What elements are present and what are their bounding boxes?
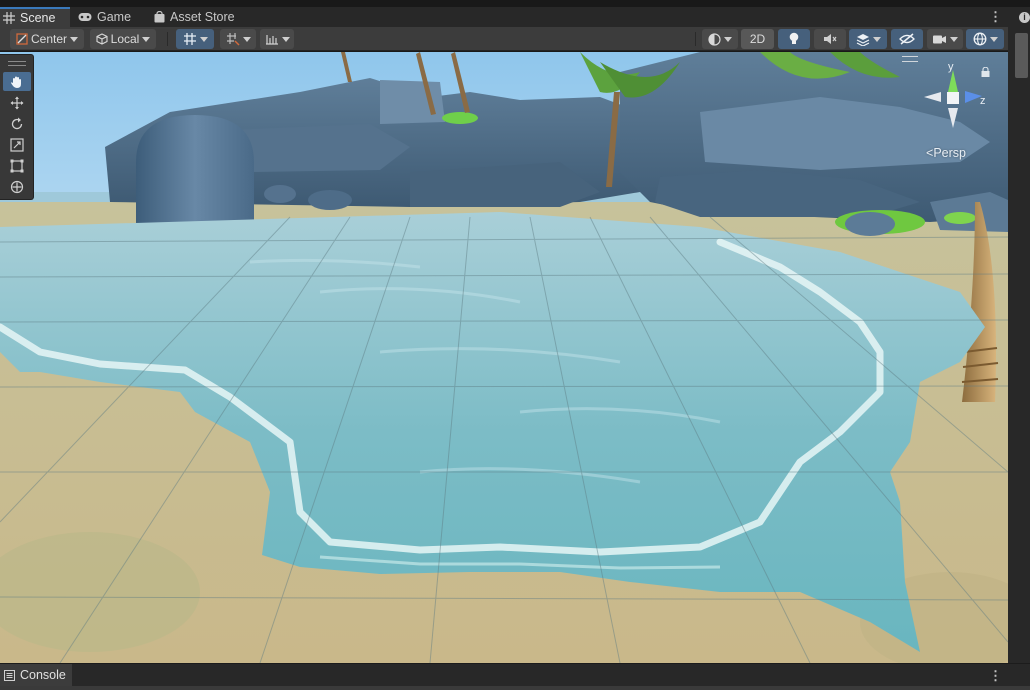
grid-icon: [3, 12, 15, 24]
chevron-down-icon: [989, 36, 998, 42]
chevron-down-icon: [242, 36, 251, 42]
cube-icon: [96, 33, 108, 45]
tool-palette: [0, 54, 34, 200]
camera-icon: [933, 35, 946, 43]
info-icon[interactable]: i: [1019, 12, 1030, 23]
toggle-2d-button[interactable]: 2D: [741, 29, 774, 49]
gizmo-y-label: y: [948, 61, 954, 73]
grid-snap-icon: [183, 33, 196, 45]
toggle-2d-label: 2D: [749, 32, 766, 46]
pivot-icon: [16, 33, 28, 45]
transform-tool-button[interactable]: [3, 177, 31, 196]
shaded-sphere-icon: [708, 32, 721, 46]
effects-dropdown[interactable]: [849, 29, 887, 49]
eye-slash-icon: [899, 33, 915, 45]
center-cube[interactable]: [947, 92, 959, 104]
scale-tool-button[interactable]: [3, 135, 31, 154]
unity-editor: Scene Game Asset Store ⋮ Center Local 2D…: [0, 0, 1030, 690]
toolbar-separator: [167, 32, 168, 46]
rect-transform-icon: [10, 159, 24, 172]
ruler-icon: [265, 35, 278, 45]
camera-settings-dropdown[interactable]: [927, 29, 963, 49]
inspector-panel-edge: [1008, 7, 1030, 663]
ruler-toggle[interactable]: [260, 29, 294, 49]
chevron-down-icon: [872, 36, 881, 42]
rotate-tool-button[interactable]: [3, 114, 31, 133]
chevron-down-icon: [281, 36, 290, 42]
console-list-icon: [4, 669, 15, 681]
neg-y-axis-cone[interactable]: [948, 108, 958, 128]
tab-menu-icon[interactable]: ⋮: [989, 7, 1002, 27]
chevron-down-icon: [950, 36, 958, 42]
chevron-down-icon: [724, 36, 732, 42]
projection-label: Persp: [933, 146, 966, 160]
speaker-muted-icon: [824, 34, 837, 44]
console-label: Console: [20, 668, 66, 682]
move-arrows-icon: [10, 96, 24, 109]
tab-scene[interactable]: Scene: [0, 7, 70, 27]
console-menu-icon[interactable]: ⋮: [989, 666, 1002, 686]
scene-render: [0, 52, 1008, 663]
side-scrollbar[interactable]: [1015, 33, 1028, 78]
tab-game[interactable]: Game: [78, 7, 138, 27]
pivot-space-dropdown[interactable]: Local: [90, 29, 156, 49]
y-axis-cone[interactable]: [948, 70, 958, 92]
rotate-icon: [11, 117, 23, 129]
snap-increment-icon: [226, 33, 240, 46]
draw-mode-dropdown[interactable]: [702, 29, 738, 49]
audio-toggle[interactable]: [814, 29, 846, 49]
lightbulb-icon: [789, 32, 799, 44]
hidden-objects-toggle[interactable]: [891, 29, 923, 49]
transform-combo-icon: [10, 180, 24, 193]
console-toolbar-strip: [0, 686, 1030, 690]
gizmo-z-label: z: [980, 95, 986, 107]
increment-snapping-toggle[interactable]: [220, 29, 256, 49]
pivot-space-label: Local: [110, 32, 140, 46]
toolbar-separator: [695, 32, 696, 46]
chevron-down-icon: [142, 36, 151, 42]
tab-asset-store-label: Asset Store: [170, 10, 235, 24]
scene-toolbar: Center Local 2D: [0, 27, 1008, 51]
chevron-down-icon: [70, 36, 79, 42]
grid-snapping-toggle[interactable]: [176, 29, 214, 49]
layers-effects-icon: [856, 33, 869, 46]
tab-game-label: Game: [97, 10, 132, 24]
pivot-mode-label: Center: [30, 32, 68, 46]
gizmos-dropdown[interactable]: [966, 29, 1004, 49]
hand-tool-button[interactable]: [3, 72, 31, 91]
scene-viewport[interactable]: [0, 52, 1008, 663]
hand-icon: [11, 76, 21, 88]
projection-toggle[interactable]: <Persp: [926, 146, 966, 160]
console-bar: Console ⋮: [0, 663, 1030, 690]
rect-tool-button[interactable]: [3, 156, 31, 175]
tab-scene-label: Scene: [20, 11, 56, 25]
top-strip: [0, 0, 1030, 7]
scale-icon: [10, 137, 24, 152]
tab-console[interactable]: Console: [0, 664, 72, 686]
chevron-down-icon: [199, 36, 208, 42]
neg-z-axis-cone[interactable]: [924, 92, 941, 102]
editor-tab-bar: Scene Game Asset Store ⋮: [0, 7, 1008, 27]
lighting-toggle[interactable]: [778, 29, 810, 49]
palette-grip-icon[interactable]: [8, 61, 26, 66]
gamepad-icon: [78, 13, 92, 21]
orientation-gizmo[interactable]: y z: [915, 58, 1005, 140]
pivot-mode-dropdown[interactable]: Center: [10, 29, 84, 49]
move-tool-button[interactable]: [3, 93, 31, 112]
globe-gizmo-icon: [973, 32, 986, 46]
bag-icon: [154, 11, 165, 23]
tab-asset-store[interactable]: Asset Store: [154, 7, 254, 27]
